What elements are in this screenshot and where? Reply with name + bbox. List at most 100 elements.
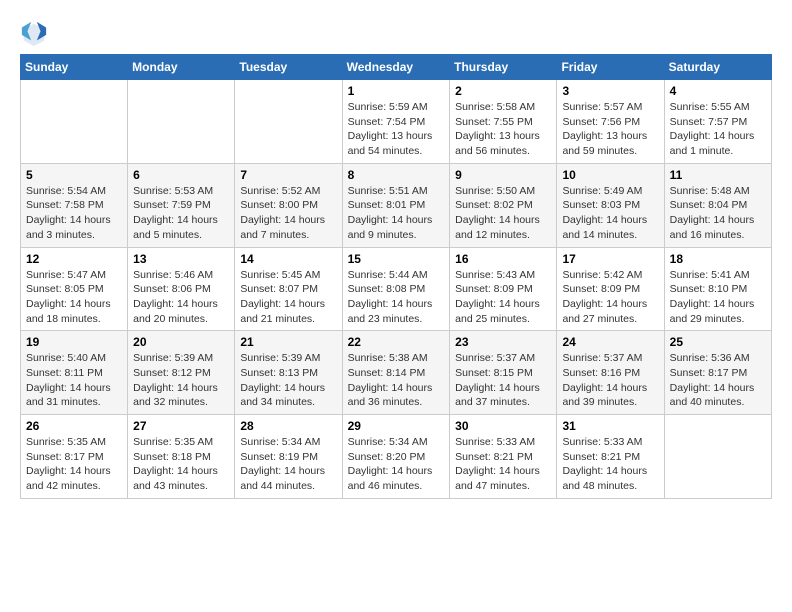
day-info: Sunrise: 5:34 AM Sunset: 8:20 PM Dayligh… xyxy=(348,435,445,494)
header-monday: Monday xyxy=(128,55,235,80)
calendar-cell: 27 Sunrise: 5:35 AM Sunset: 8:18 PM Dayli… xyxy=(128,415,235,499)
day-number: 22 xyxy=(348,335,445,349)
day-info: Sunrise: 5:55 AM Sunset: 7:57 PM Dayligh… xyxy=(670,100,766,159)
day-info: Sunrise: 5:39 AM Sunset: 8:13 PM Dayligh… xyxy=(240,351,336,410)
calendar-cell: 1 Sunrise: 5:59 AM Sunset: 7:54 PM Daylig… xyxy=(342,80,450,164)
day-number: 17 xyxy=(562,252,658,266)
calendar-cell: 10 Sunrise: 5:49 AM Sunset: 8:03 PM Dayli… xyxy=(557,163,664,247)
day-number: 26 xyxy=(26,419,122,433)
calendar-cell: 20 Sunrise: 5:39 AM Sunset: 8:12 PM Dayli… xyxy=(128,331,235,415)
day-number: 8 xyxy=(348,168,445,182)
day-number: 29 xyxy=(348,419,445,433)
day-number: 27 xyxy=(133,419,229,433)
week-row-2: 5 Sunrise: 5:54 AM Sunset: 7:58 PM Daylig… xyxy=(21,163,772,247)
day-info: Sunrise: 5:36 AM Sunset: 8:17 PM Dayligh… xyxy=(670,351,766,410)
day-info: Sunrise: 5:33 AM Sunset: 8:21 PM Dayligh… xyxy=(562,435,658,494)
calendar-cell xyxy=(128,80,235,164)
calendar-cell: 21 Sunrise: 5:39 AM Sunset: 8:13 PM Dayli… xyxy=(235,331,342,415)
calendar-cell: 14 Sunrise: 5:45 AM Sunset: 8:07 PM Dayli… xyxy=(235,247,342,331)
day-number: 6 xyxy=(133,168,229,182)
calendar-cell: 28 Sunrise: 5:34 AM Sunset: 8:19 PM Dayli… xyxy=(235,415,342,499)
day-info: Sunrise: 5:50 AM Sunset: 8:02 PM Dayligh… xyxy=(455,184,551,243)
calendar-cell: 7 Sunrise: 5:52 AM Sunset: 8:00 PM Daylig… xyxy=(235,163,342,247)
day-number: 5 xyxy=(26,168,122,182)
calendar-cell: 3Sunrise: 5:57 AM Sunset: 7:56 PM Daylig… xyxy=(557,80,664,164)
day-info: Sunrise: 5:33 AM Sunset: 8:21 PM Dayligh… xyxy=(455,435,551,494)
calendar-cell: 13 Sunrise: 5:46 AM Sunset: 8:06 PM Dayli… xyxy=(128,247,235,331)
day-number: 19 xyxy=(26,335,122,349)
header-sunday: Sunday xyxy=(21,55,128,80)
day-info: Sunrise: 5:43 AM Sunset: 8:09 PM Dayligh… xyxy=(455,268,551,327)
day-number: 10 xyxy=(562,168,658,182)
calendar-cell xyxy=(235,80,342,164)
day-number: 13 xyxy=(133,252,229,266)
calendar-cell: 23Sunrise: 5:37 AM Sunset: 8:15 PM Dayli… xyxy=(450,331,557,415)
day-info: Sunrise: 5:39 AM Sunset: 8:12 PM Dayligh… xyxy=(133,351,229,410)
week-row-5: 26 Sunrise: 5:35 AM Sunset: 8:17 PM Dayli… xyxy=(21,415,772,499)
day-number: 11 xyxy=(670,168,766,182)
calendar-cell xyxy=(664,415,771,499)
week-row-4: 19 Sunrise: 5:40 AM Sunset: 8:11 PM Dayli… xyxy=(21,331,772,415)
day-number: 18 xyxy=(670,252,766,266)
header-saturday: Saturday xyxy=(664,55,771,80)
calendar: SundayMondayTuesdayWednesdayThursdayFrid… xyxy=(20,54,772,499)
day-info: Sunrise: 5:45 AM Sunset: 8:07 PM Dayligh… xyxy=(240,268,336,327)
day-info: Sunrise: 5:37 AM Sunset: 8:16 PM Dayligh… xyxy=(562,351,658,410)
calendar-cell: 30 Sunrise: 5:33 AM Sunset: 8:21 PM Dayli… xyxy=(450,415,557,499)
calendar-header-row: SundayMondayTuesdayWednesdayThursdayFrid… xyxy=(21,55,772,80)
calendar-cell: 4Sunrise: 5:55 AM Sunset: 7:57 PM Daylig… xyxy=(664,80,771,164)
calendar-cell: 17 Sunrise: 5:42 AM Sunset: 8:09 PM Dayli… xyxy=(557,247,664,331)
day-number: 1 xyxy=(348,84,445,98)
day-info: Sunrise: 5:44 AM Sunset: 8:08 PM Dayligh… xyxy=(348,268,445,327)
calendar-cell: 5 Sunrise: 5:54 AM Sunset: 7:58 PM Daylig… xyxy=(21,163,128,247)
day-number: 20 xyxy=(133,335,229,349)
header-thursday: Thursday xyxy=(450,55,557,80)
day-number: 15 xyxy=(348,252,445,266)
day-info: Sunrise: 5:57 AM Sunset: 7:56 PM Dayligh… xyxy=(562,100,658,159)
day-info: Sunrise: 5:54 AM Sunset: 7:58 PM Dayligh… xyxy=(26,184,122,243)
day-number: 30 xyxy=(455,419,551,433)
day-number: 12 xyxy=(26,252,122,266)
day-info: Sunrise: 5:58 AM Sunset: 7:55 PM Dayligh… xyxy=(455,100,551,159)
calendar-cell: 25 Sunrise: 5:36 AM Sunset: 8:17 PM Dayli… xyxy=(664,331,771,415)
day-info: Sunrise: 5:42 AM Sunset: 8:09 PM Dayligh… xyxy=(562,268,658,327)
calendar-cell: 19 Sunrise: 5:40 AM Sunset: 8:11 PM Dayli… xyxy=(21,331,128,415)
day-number: 7 xyxy=(240,168,336,182)
calendar-cell xyxy=(21,80,128,164)
logo xyxy=(20,20,52,48)
day-info: Sunrise: 5:52 AM Sunset: 8:00 PM Dayligh… xyxy=(240,184,336,243)
calendar-cell: 15 Sunrise: 5:44 AM Sunset: 8:08 PM Dayli… xyxy=(342,247,450,331)
day-info: Sunrise: 5:47 AM Sunset: 8:05 PM Dayligh… xyxy=(26,268,122,327)
day-number: 21 xyxy=(240,335,336,349)
calendar-cell: 31Sunrise: 5:33 AM Sunset: 8:21 PM Dayli… xyxy=(557,415,664,499)
day-number: 28 xyxy=(240,419,336,433)
header-tuesday: Tuesday xyxy=(235,55,342,80)
week-row-3: 12 Sunrise: 5:47 AM Sunset: 8:05 PM Dayli… xyxy=(21,247,772,331)
day-info: Sunrise: 5:49 AM Sunset: 8:03 PM Dayligh… xyxy=(562,184,658,243)
day-info: Sunrise: 5:41 AM Sunset: 8:10 PM Dayligh… xyxy=(670,268,766,327)
calendar-cell: 9 Sunrise: 5:50 AM Sunset: 8:02 PM Daylig… xyxy=(450,163,557,247)
day-info: Sunrise: 5:35 AM Sunset: 8:18 PM Dayligh… xyxy=(133,435,229,494)
day-number: 14 xyxy=(240,252,336,266)
week-row-1: 1 Sunrise: 5:59 AM Sunset: 7:54 PM Daylig… xyxy=(21,80,772,164)
calendar-cell: 12 Sunrise: 5:47 AM Sunset: 8:05 PM Dayli… xyxy=(21,247,128,331)
calendar-cell: 2 Sunrise: 5:58 AM Sunset: 7:55 PM Daylig… xyxy=(450,80,557,164)
day-info: Sunrise: 5:35 AM Sunset: 8:17 PM Dayligh… xyxy=(26,435,122,494)
day-info: Sunrise: 5:46 AM Sunset: 8:06 PM Dayligh… xyxy=(133,268,229,327)
day-info: Sunrise: 5:34 AM Sunset: 8:19 PM Dayligh… xyxy=(240,435,336,494)
calendar-cell: 6Sunrise: 5:53 AM Sunset: 7:59 PM Daylig… xyxy=(128,163,235,247)
day-number: 2 xyxy=(455,84,551,98)
calendar-cell: 29 Sunrise: 5:34 AM Sunset: 8:20 PM Dayli… xyxy=(342,415,450,499)
day-info: Sunrise: 5:59 AM Sunset: 7:54 PM Dayligh… xyxy=(348,100,445,159)
day-number: 9 xyxy=(455,168,551,182)
day-number: 23 xyxy=(455,335,551,349)
day-info: Sunrise: 5:38 AM Sunset: 8:14 PM Dayligh… xyxy=(348,351,445,410)
calendar-cell: 22 Sunrise: 5:38 AM Sunset: 8:14 PM Dayli… xyxy=(342,331,450,415)
header-wednesday: Wednesday xyxy=(342,55,450,80)
day-info: Sunrise: 5:40 AM Sunset: 8:11 PM Dayligh… xyxy=(26,351,122,410)
day-number: 16 xyxy=(455,252,551,266)
day-info: Sunrise: 5:51 AM Sunset: 8:01 PM Dayligh… xyxy=(348,184,445,243)
calendar-cell: 8 Sunrise: 5:51 AM Sunset: 8:01 PM Daylig… xyxy=(342,163,450,247)
header-friday: Friday xyxy=(557,55,664,80)
day-number: 25 xyxy=(670,335,766,349)
